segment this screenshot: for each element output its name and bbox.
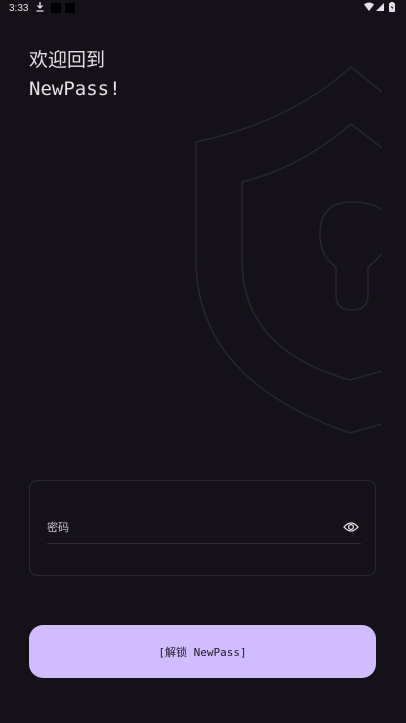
status-bar: 3:33	[0, 0, 406, 16]
welcome-line-2: NewPass!	[29, 78, 121, 100]
eye-icon[interactable]	[343, 520, 359, 534]
signal-icon	[376, 3, 384, 11]
password-card: 密码	[29, 480, 376, 576]
status-time: 3:33	[9, 3, 29, 14]
welcome-line-1: 欢迎回到	[29, 49, 106, 71]
shield-keyhole-icon	[195, 66, 382, 434]
system-icons	[364, 2, 395, 12]
download-icon	[36, 2, 44, 12]
welcome-heading: 欢迎回到 NewPass!	[29, 46, 121, 104]
password-field-underline	[47, 543, 361, 544]
unlock-button[interactable]: [解锁 NewPass]	[29, 625, 376, 678]
notification-icon	[65, 3, 75, 13]
password-field-label[interactable]: 密码	[47, 519, 69, 535]
battery-icon	[389, 2, 395, 12]
wifi-icon	[364, 2, 374, 11]
notification-icon	[51, 3, 61, 13]
